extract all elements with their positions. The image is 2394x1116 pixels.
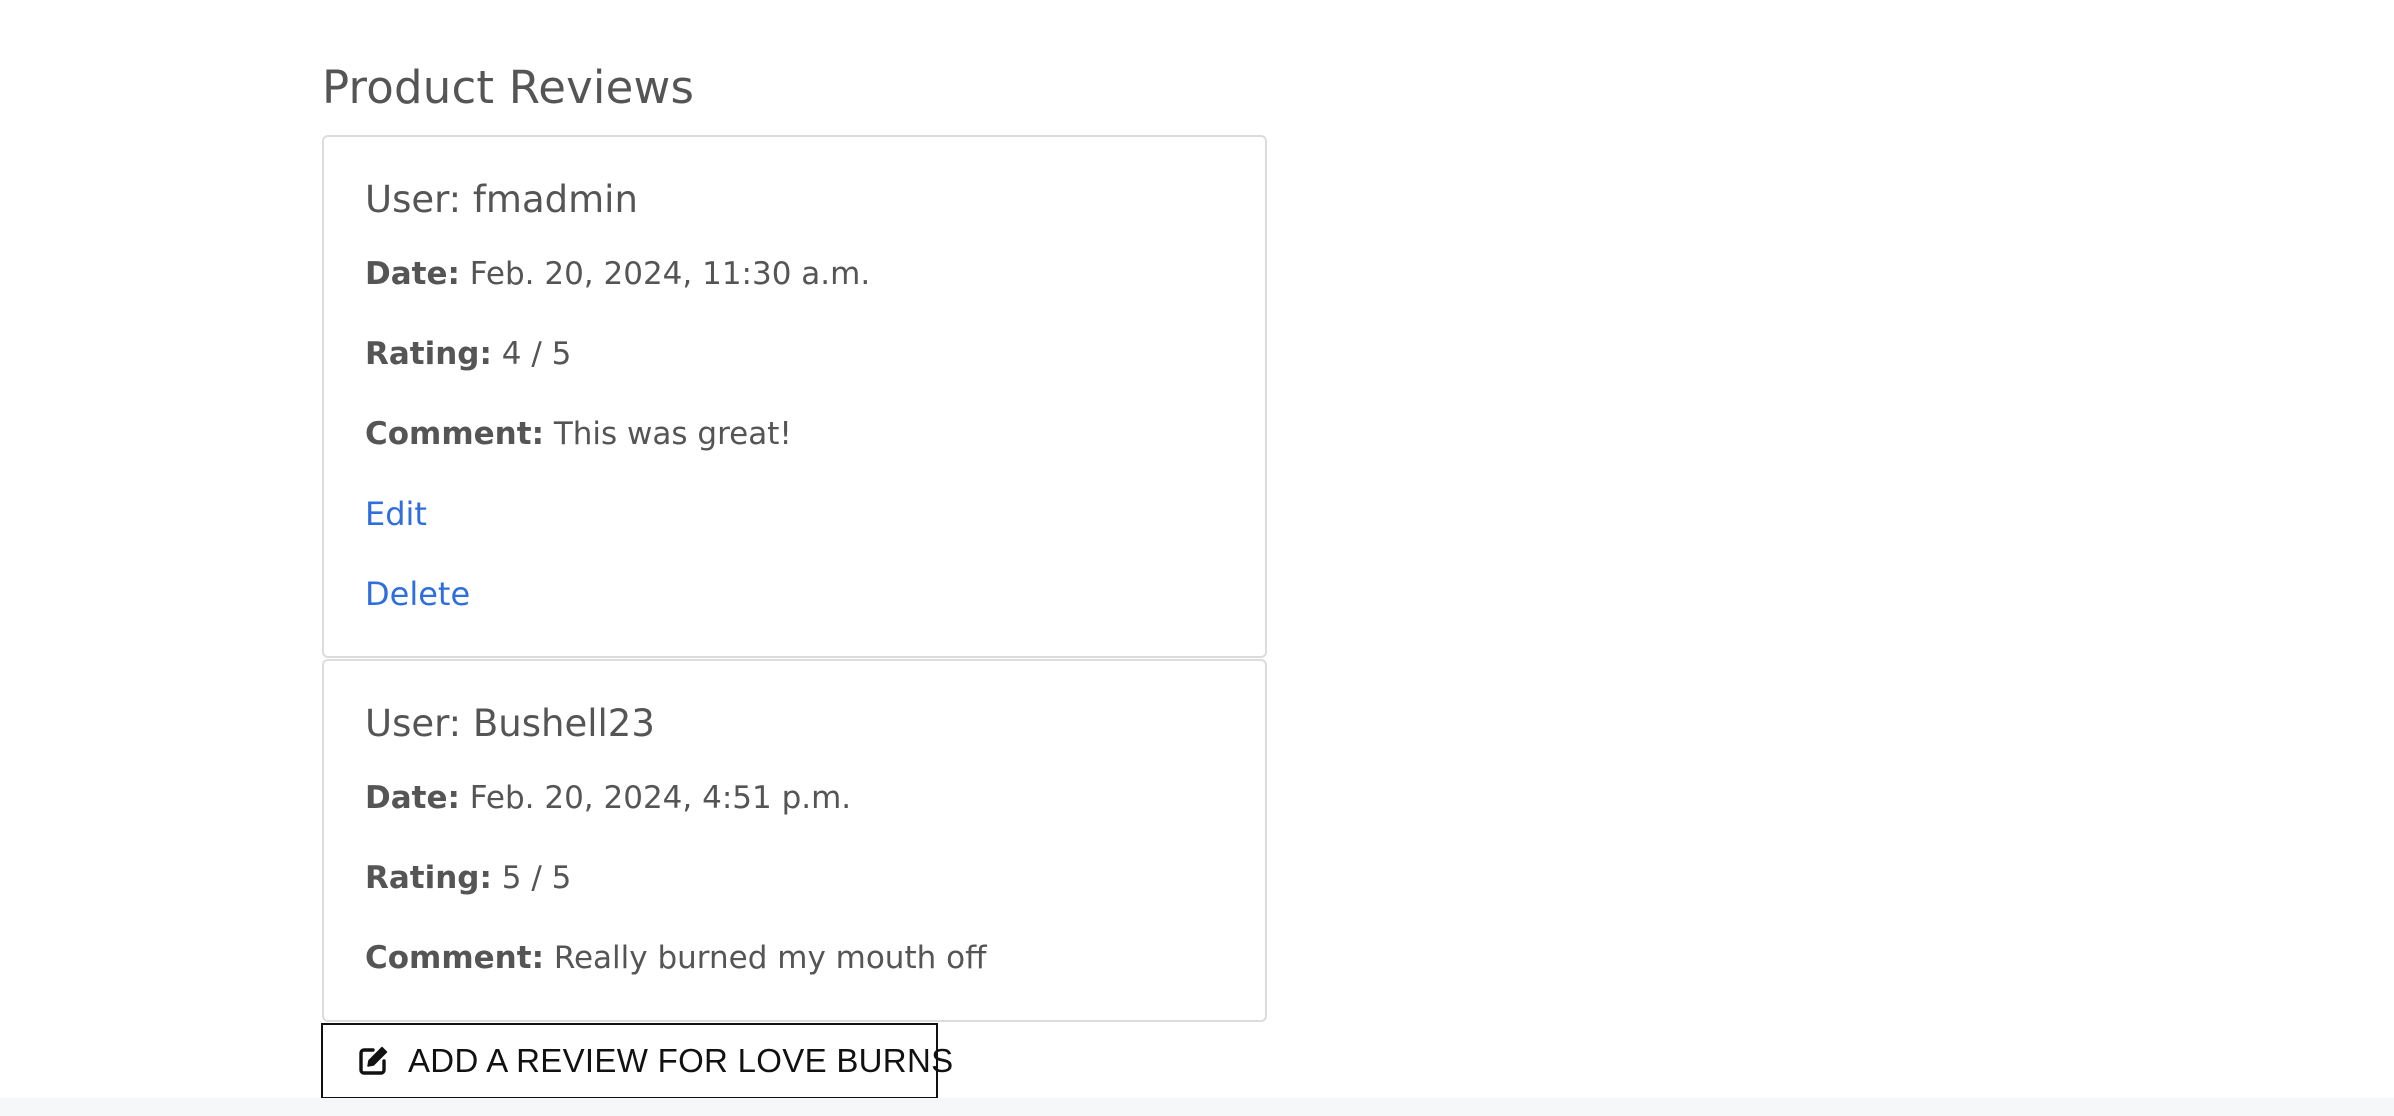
review-card: User: Bushell23 Date: Feb. 20, 2024, 4:5… [322, 659, 1267, 1022]
date-label: Date: [365, 256, 460, 292]
review-date: Date: Feb. 20, 2024, 11:30 a.m. [365, 253, 870, 295]
comment-label: Comment: [365, 940, 544, 976]
edit-icon [356, 1044, 390, 1078]
review-user: User: Bushell23 [365, 702, 655, 745]
review-user: User: fmadmin [365, 178, 638, 221]
section-title: Product Reviews [322, 61, 695, 114]
review-rating: Rating: 5 / 5 [365, 857, 571, 899]
review-rating-value: 4 / 5 [501, 336, 572, 372]
delete-review-link[interactable]: Delete [365, 573, 470, 615]
comment-label: Comment: [365, 416, 544, 452]
review-date-value: Feb. 20, 2024, 11:30 a.m. [469, 256, 871, 292]
rating-label: Rating: [365, 336, 492, 372]
review-comment: Comment: This was great! [365, 413, 792, 455]
edit-review-link[interactable]: Edit [365, 493, 427, 535]
review-rating: Rating: 4 / 5 [365, 333, 571, 375]
review-comment-value: This was great! [553, 416, 792, 452]
review-date-value: Feb. 20, 2024, 4:51 p.m. [469, 780, 852, 816]
add-review-button-label: ADD A REVIEW FOR LOVE BURNS [408, 1042, 954, 1079]
review-comment-value: Really burned my mouth off [553, 940, 987, 976]
review-comment: Comment: Really burned my mouth off [365, 937, 986, 979]
add-review-button[interactable]: ADD A REVIEW FOR LOVE BURNS [321, 1023, 953, 1099]
footer-strip [0, 1098, 2394, 1116]
date-label: Date: [365, 780, 460, 816]
review-date: Date: Feb. 20, 2024, 4:51 p.m. [365, 777, 851, 819]
rating-label: Rating: [365, 860, 492, 896]
review-rating-value: 5 / 5 [501, 860, 572, 896]
review-card: User: fmadmin Date: Feb. 20, 2024, 11:30… [322, 135, 1267, 658]
